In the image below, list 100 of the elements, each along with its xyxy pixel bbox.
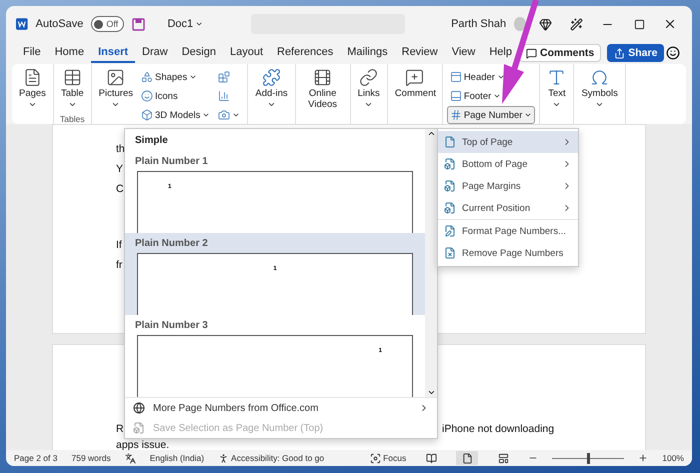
menu-item[interactable]: Top of Page: [438, 131, 578, 153]
share-icon: [614, 48, 626, 58]
share-button[interactable]: Share: [607, 44, 664, 62]
ribbon-tab[interactable]: Layout: [222, 43, 270, 63]
focus-icon[interactable]: [370, 452, 382, 464]
bar-chart-icon: [218, 90, 230, 102]
group-label: Tables: [59, 114, 86, 124]
save-icon[interactable]: [132, 18, 146, 30]
autosave-toggle[interactable]: Off: [91, 16, 124, 32]
ribbon-tab[interactable]: Home: [48, 43, 92, 63]
page-icon: [444, 180, 456, 192]
page-remove-icon: [444, 247, 456, 259]
caret-icon: [493, 92, 502, 100]
caret-icon: [232, 111, 240, 119]
ribbon-button[interactable]: Text: [544, 66, 570, 124]
proofing-icon[interactable]: [124, 452, 136, 464]
zoom-in-icon[interactable]: [638, 453, 648, 463]
menu-item[interactable]: Remove Page Numbers: [438, 242, 578, 264]
user-name: Parth Shah: [451, 18, 506, 30]
word-logo-icon: [16, 17, 28, 31]
menu-item[interactable]: Page Margins: [438, 175, 578, 197]
ribbon-button[interactable]: Pictures: [96, 66, 136, 124]
ribbon-tab[interactable]: View: [444, 43, 482, 63]
ribbon-button[interactable]: Pages: [16, 66, 49, 124]
comment-icon: [405, 68, 424, 87]
blocks-icon: [218, 71, 230, 83]
smiley-icon[interactable]: [664, 46, 682, 60]
ribbon-button[interactable]: Comment: [392, 66, 438, 124]
body-text: th: [116, 143, 125, 157]
scroll-up-icon[interactable]: [426, 129, 436, 138]
accessibility-status[interactable]: Accessibility: Good to go: [231, 453, 324, 463]
print-layout-icon[interactable]: [456, 451, 478, 465]
page-icon: [444, 136, 456, 148]
ribbon-tab[interactable]: File: [16, 43, 48, 63]
ribbon-tab[interactable]: References: [270, 43, 340, 63]
ribbon-button[interactable]: Online Videos: [300, 66, 346, 124]
caret-icon: [189, 73, 198, 81]
ribbon-button[interactable]: Symbols: [578, 66, 621, 124]
gallery-heading: Simple: [134, 134, 169, 148]
avatar-icon[interactable]: [514, 17, 526, 31]
ribbon-tab[interactable]: Draw: [135, 43, 175, 63]
camera-icon: [218, 109, 230, 121]
body-text: fr: [116, 259, 122, 273]
body-text: If: [116, 239, 122, 253]
zoom-percent[interactable]: 100%: [662, 453, 684, 463]
footer-icon: [450, 90, 462, 102]
cube-icon: [140, 109, 153, 121]
omega-icon: [590, 68, 610, 87]
picture-icon: [106, 68, 126, 87]
smiley-icon: [140, 90, 153, 102]
body-text: Y: [116, 163, 124, 177]
menu-item[interactable]: More Page Numbers from Office.com: [125, 398, 437, 418]
comment-icon: [526, 48, 537, 58]
caret-icon: [202, 111, 210, 119]
shapes-icon: [140, 71, 153, 83]
scrollbar[interactable]: [425, 129, 437, 397]
page-icon: [444, 158, 456, 170]
film-icon: [313, 68, 332, 87]
page-icon: [22, 68, 42, 87]
table-icon: [62, 68, 82, 87]
ribbon-tab[interactable]: Mailings: [340, 43, 395, 63]
ribbon-button[interactable]: Page Number: [446, 106, 536, 124]
ribbon-button[interactable]: Header: [446, 68, 536, 86]
ribbon-tab[interactable]: Help: [482, 43, 519, 63]
ribbon-button[interactable]: Icons: [138, 87, 214, 105]
menu-item[interactable]: Current Position: [438, 197, 578, 219]
ribbon-tab[interactable]: Design: [174, 43, 223, 63]
page-count[interactable]: Page 2 of 3: [14, 453, 58, 463]
word-count[interactable]: 759 words: [71, 453, 111, 463]
document-name[interactable]: Doc1: [167, 18, 194, 30]
page-icon: [133, 422, 145, 434]
caret-icon: [496, 73, 505, 81]
ribbon-button[interactable]: Shapes: [138, 68, 214, 86]
menu-item[interactable]: Bottom of Page: [438, 153, 578, 175]
puzzle-icon: [262, 68, 282, 87]
ribbon-button[interactable]: Add-ins: [252, 66, 291, 124]
comments-button[interactable]: Comments: [518, 44, 602, 62]
language-label[interactable]: English (India): [150, 453, 204, 463]
text-icon: [547, 68, 566, 87]
page-icon: [444, 202, 456, 214]
menu-item[interactable]: Format Page Numbers...: [438, 219, 578, 242]
link-icon: [359, 68, 378, 87]
globe-icon: [133, 402, 145, 414]
zoom-slider-thumb[interactable]: [587, 452, 590, 464]
body-text: R: [116, 423, 124, 437]
autosave-label: AutoSave: [36, 18, 84, 30]
ribbon-button[interactable]: Footer: [446, 87, 536, 105]
body-text: apps issue.: [116, 439, 170, 450]
focus-label[interactable]: Focus: [383, 453, 406, 463]
header-icon: [450, 71, 462, 83]
caret-icon: [524, 111, 532, 119]
ribbon-button[interactable]: Links: [354, 66, 383, 124]
scroll-down-icon[interactable]: [426, 388, 436, 397]
page-edit-icon: [444, 225, 456, 237]
ribbon-button[interactable]: 3D Models: [138, 106, 214, 124]
body-text: C: [116, 183, 124, 197]
accessibility-icon[interactable]: [218, 452, 230, 464]
ribbon-button[interactable]: Table: [58, 66, 87, 114]
ribbon-tab[interactable]: Review: [394, 43, 445, 63]
body-text: iPhone not downloading: [442, 423, 554, 437]
